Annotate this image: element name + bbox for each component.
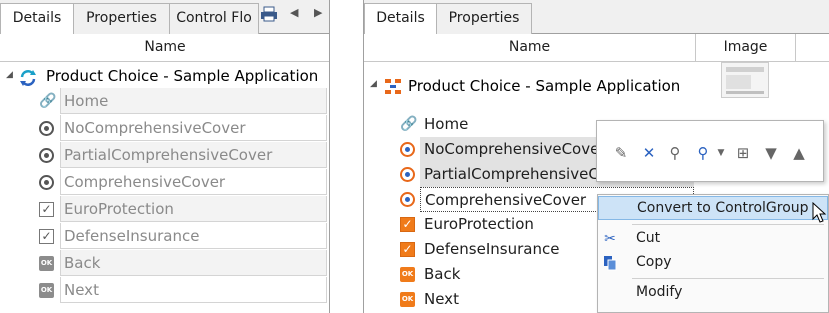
left-item-defenseinsurance[interactable]: ✓ DefenseInsurance <box>37 223 329 250</box>
checkbox-icon: ✓ <box>400 217 415 232</box>
delete-icon[interactable]: ✕ <box>639 143 659 163</box>
move-down-icon[interactable]: ▼ <box>761 143 781 163</box>
left-item-label: Next <box>60 277 327 303</box>
left-tabstrip: Details Properties Control Flo ◀ ▶ <box>0 0 329 35</box>
menu-item-label: Convert to ControlGroup <box>637 200 809 216</box>
left-item-label: DefenseInsurance <box>60 223 327 249</box>
right-tabstrip: Details Properties <box>364 0 829 35</box>
left-column-header-name[interactable]: Name <box>0 34 329 62</box>
collapse-arrow-icon[interactable]: ◢ <box>6 70 13 80</box>
context-menu: Convert to ControlGroup ✂ Cut Copy Modif… <box>597 194 829 313</box>
ok-button-icon: OK <box>39 283 54 298</box>
scroll-right-icon[interactable]: ▶ <box>314 6 324 26</box>
sync-app-icon <box>18 68 38 88</box>
copy-icon <box>602 255 618 271</box>
link-icon: 🔗 <box>39 93 57 109</box>
right-root-label: Product Choice - Sample Application <box>408 77 681 95</box>
left-item-comprehensivecover[interactable]: ComprehensiveCover <box>37 169 329 196</box>
right-tree-root[interactable]: ◢ Product Choice - Sample Application <box>370 76 696 100</box>
left-item-nocomprehensivecover[interactable]: NoComprehensiveCover <box>37 115 329 142</box>
left-tab-control-flow[interactable]: Control Flo <box>169 3 259 34</box>
edit-icon[interactable]: ✎ <box>611 143 631 163</box>
left-item-label: ComprehensiveCover <box>60 169 327 195</box>
checkbox-icon: ✓ <box>39 202 54 217</box>
radio-icon <box>400 167 415 182</box>
menu-separator <box>632 224 824 225</box>
ok-button-icon: OK <box>39 256 54 271</box>
left-item-label: Home <box>60 88 327 114</box>
left-item-label: NoComprehensiveCover <box>60 115 327 141</box>
menu-item-convert-to-controlgroup[interactable]: Convert to ControlGroup <box>598 196 828 220</box>
checkbox-icon: ✓ <box>39 229 54 244</box>
left-item-europrotection[interactable]: ✓ EuroProtection <box>37 196 329 223</box>
menu-item-label: Copy <box>636 254 672 270</box>
right-column-header-name[interactable]: Name <box>364 34 696 62</box>
left-item-label: EuroProtection <box>60 196 327 222</box>
right-tab-details[interactable]: Details <box>364 3 437 35</box>
radio-icon <box>400 192 415 207</box>
printer-icon[interactable] <box>260 6 280 26</box>
right-column-header-image[interactable]: Image <box>696 34 796 62</box>
radio-icon <box>39 121 54 136</box>
menu-item-label: Modify <box>636 284 683 300</box>
left-panel: Details Properties Control Flo ◀ ▶ Name … <box>0 0 330 313</box>
chevron-down-icon[interactable]: ▼ <box>711 143 731 163</box>
expand-icon[interactable]: ⊞ <box>733 143 753 163</box>
move-up-icon[interactable]: ▲ <box>789 143 809 163</box>
radio-icon <box>39 148 54 163</box>
left-item-label: Back <box>60 250 327 276</box>
checkbox-icon: ✓ <box>400 242 415 257</box>
scroll-left-icon[interactable]: ◀ <box>290 6 300 26</box>
scissors-icon: ✂ <box>604 231 616 247</box>
right-column-header-extra[interactable] <box>796 34 829 62</box>
ok-button-icon: OK <box>400 292 415 307</box>
search-icon[interactable]: ⚲ <box>665 143 685 163</box>
left-item-partialcomprehensivecover[interactable]: PartialComprehensiveCover <box>37 142 329 169</box>
menu-separator <box>632 278 824 279</box>
left-item-back[interactable]: OK Back <box>37 250 329 277</box>
flow-app-icon <box>384 77 402 95</box>
collapse-arrow-icon[interactable]: ◢ <box>370 79 377 89</box>
link-icon: 🔗 <box>400 116 418 132</box>
left-tree-root[interactable]: ◢ Product Choice - Sample Application <box>4 67 329 90</box>
menu-item-copy[interactable]: Copy <box>598 251 828 275</box>
right-tab-properties[interactable]: Properties <box>436 3 532 34</box>
left-item-label: PartialComprehensiveCover <box>60 142 327 168</box>
menu-item-cut[interactable]: ✂ Cut <box>598 227 828 251</box>
left-root-label: Product Choice - Sample Application <box>46 67 319 85</box>
screen-thumbnail[interactable] <box>721 62 769 98</box>
left-tab-details[interactable]: Details <box>0 3 74 35</box>
menu-item-label: Cut <box>636 230 661 246</box>
search-dropdown-icon[interactable]: ⚲ <box>693 143 713 163</box>
mouse-cursor-icon <box>812 201 828 224</box>
mini-toolbar: ✎ ✕ ⚲ ⚲ ▼ ⊞ ▼ ▲ <box>596 120 824 182</box>
left-tab-properties[interactable]: Properties <box>73 3 170 34</box>
menu-item-modify[interactable]: Modify <box>598 281 828 305</box>
radio-icon <box>39 175 54 190</box>
pane-splitter[interactable] <box>330 0 363 313</box>
left-item-home[interactable]: 🔗 Home <box>37 88 329 115</box>
ok-button-icon: OK <box>400 267 415 282</box>
left-item-next[interactable]: OK Next <box>37 277 329 304</box>
radio-icon <box>400 142 415 157</box>
